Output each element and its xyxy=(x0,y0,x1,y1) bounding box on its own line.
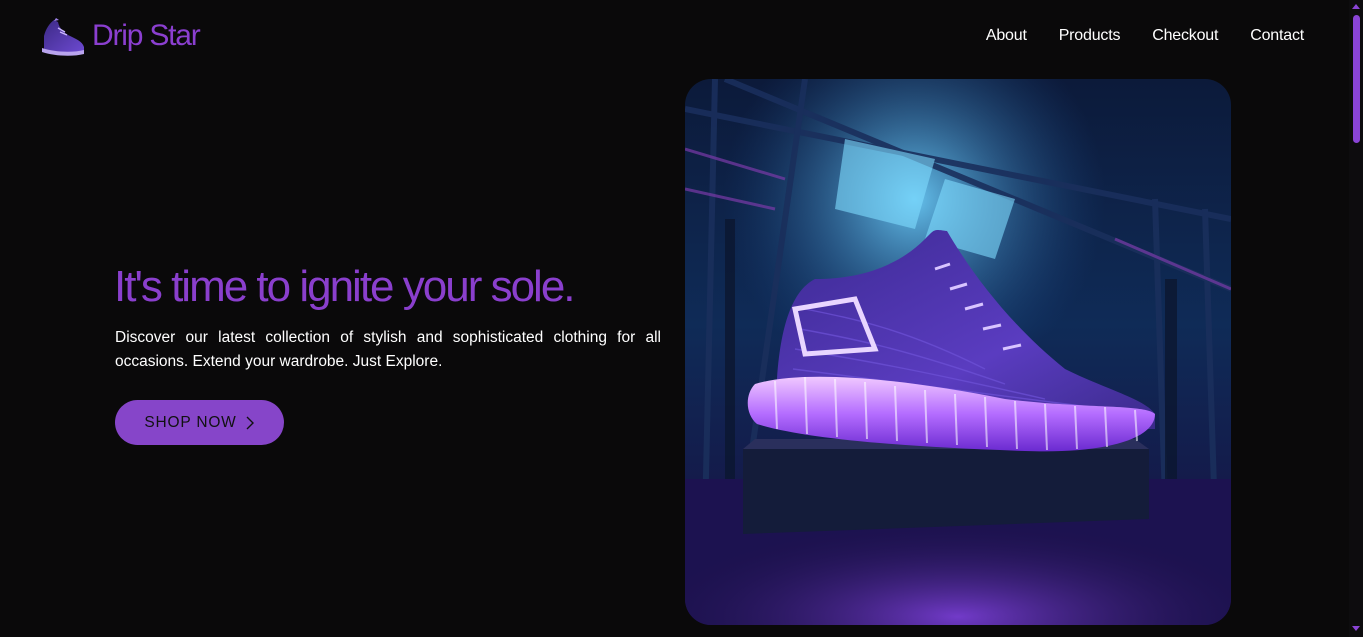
nav-item-products[interactable]: Products xyxy=(1059,27,1121,45)
scroll-up-arrow-icon[interactable] xyxy=(1352,4,1360,9)
hero-sneaker-image xyxy=(685,79,1231,625)
glowing-purple-sneaker-image xyxy=(685,79,1231,625)
hero-title: It's time to ignite your sole. xyxy=(114,262,576,311)
nav-item-contact[interactable]: Contact xyxy=(1250,27,1304,45)
brand-name: Drip Star xyxy=(92,19,201,52)
nav-item-about[interactable]: About xyxy=(986,27,1027,45)
scrollbar-thumb[interactable] xyxy=(1353,15,1360,143)
shop-now-label: SHOP NOW xyxy=(144,413,237,431)
sneaker-logo-icon xyxy=(42,18,84,56)
chevron-right-icon xyxy=(246,416,254,429)
landing-page: Drip Star About Products Checkout Contac… xyxy=(0,0,1363,637)
page-scrollbar[interactable] xyxy=(1349,0,1363,637)
shop-now-button[interactable]: SHOP NOW xyxy=(115,400,284,445)
scroll-down-arrow-icon[interactable] xyxy=(1352,626,1360,631)
nav-item-checkout[interactable]: Checkout xyxy=(1152,27,1218,45)
main-nav: About Products Checkout Contact xyxy=(986,27,1304,45)
hero-description: Discover our latest collection of stylis… xyxy=(115,329,661,370)
brand-home-link[interactable]: Drip Star xyxy=(38,14,201,58)
